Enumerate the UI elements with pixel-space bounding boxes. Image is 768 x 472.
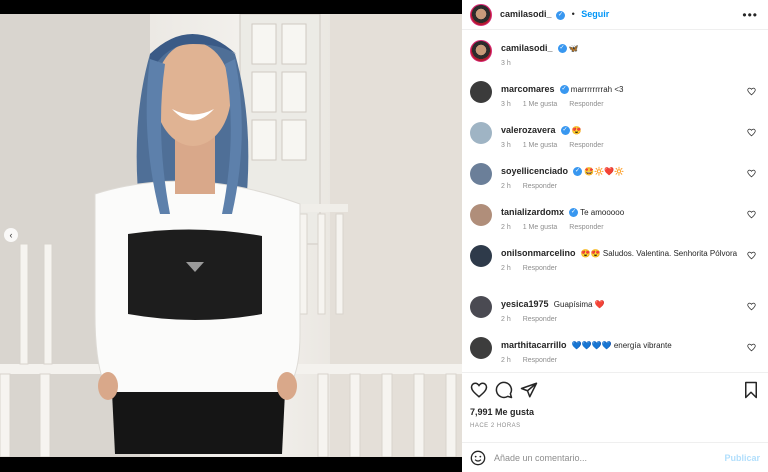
comment-body: yesica1975 Guapísima ❤️ 2 h Responder bbox=[501, 298, 739, 326]
comment-body: soyellicenciado ✓ 🤩🔆❤️🔆 2 h Responder bbox=[501, 165, 739, 193]
comment-text: marrrrrrrrah <3 bbox=[570, 85, 624, 94]
chevron-left-icon: ‹ bbox=[9, 230, 13, 240]
comment-username[interactable]: valerozavera bbox=[501, 125, 556, 135]
avatar[interactable] bbox=[470, 337, 492, 359]
heart-icon[interactable] bbox=[747, 343, 756, 352]
bottom-black-bar bbox=[0, 457, 462, 472]
comment-composer: Publicar bbox=[462, 442, 768, 472]
reply-button[interactable]: Responder bbox=[523, 265, 557, 272]
comment-time: 2 h bbox=[501, 357, 511, 364]
likes-count[interactable]: 7,991 Me gusta bbox=[470, 407, 534, 417]
comment-time: 3 h bbox=[501, 101, 511, 108]
comment-username[interactable]: marthitacarrillo bbox=[501, 340, 567, 350]
comment-time: 3 h bbox=[501, 142, 511, 149]
smiley-icon[interactable] bbox=[470, 450, 486, 466]
comment-username[interactable]: tanializardomx bbox=[501, 207, 564, 217]
comment-meta: 2 h Responder bbox=[501, 181, 739, 193]
comment-time: 2 h bbox=[501, 183, 511, 190]
reply-button[interactable]: Responder bbox=[569, 224, 603, 231]
caption-time: 3 h bbox=[501, 60, 511, 67]
verified-badge-icon: ✓ bbox=[560, 126, 570, 136]
post-header-text: camilasodi_ ✓ • Seguir bbox=[500, 9, 609, 20]
comment-meta: 3 h 1 Me gusta Responder bbox=[501, 140, 739, 152]
comment-text: Te amooooo bbox=[580, 208, 625, 217]
comment-body: marcomares ✓ marrrrrrrrah <3 3 h 1 Me gus… bbox=[501, 83, 739, 111]
avatar[interactable] bbox=[470, 163, 492, 185]
paper-plane-icon[interactable] bbox=[520, 381, 538, 399]
comment-username[interactable]: onilsonmarcelino bbox=[501, 248, 576, 258]
comment-text: 😍😍 Saludos. Valentina. Senhorita Pólvora bbox=[580, 249, 738, 258]
comment-meta: 2 h Responder bbox=[501, 314, 739, 326]
avatar[interactable] bbox=[470, 245, 492, 267]
more-options-icon[interactable]: ••• bbox=[742, 8, 758, 22]
avatar[interactable] bbox=[470, 296, 492, 318]
comment-meta: 3 h 1 Me gusta Responder bbox=[501, 99, 739, 111]
comment-meta: 2 h Responder bbox=[501, 355, 739, 367]
reply-button[interactable]: Responder bbox=[523, 316, 557, 323]
comment-body: marthitacarrillo 💙💙💙💙 energía vibrante 2… bbox=[501, 339, 739, 367]
comment-likes[interactable]: 1 Me gusta bbox=[523, 101, 558, 108]
publish-button[interactable]: Publicar bbox=[724, 453, 760, 463]
avatar[interactable] bbox=[470, 81, 492, 103]
caption-body: camilasodi_ ✓ 🦋 3 h bbox=[501, 42, 739, 70]
heart-icon[interactable] bbox=[747, 169, 756, 178]
carousel-prev-button[interactable]: ‹ bbox=[4, 228, 18, 242]
comment-time: 2 h bbox=[501, 316, 511, 323]
comment-text: 😍 bbox=[571, 126, 582, 135]
comments-list[interactable]: camilasodi_ ✓ 🦋 3 h marcomares ✓ marrrrrrr… bbox=[462, 31, 768, 369]
comment-body: valerozavera ✓ 😍 3 h 1 Me gusta Responder bbox=[501, 124, 739, 152]
reply-button[interactable]: Responder bbox=[523, 357, 557, 364]
comment-body: onilsonmarcelino 😍😍 Saludos. Valentina. … bbox=[501, 247, 739, 275]
author-username[interactable]: camilasodi_ bbox=[500, 9, 552, 19]
reply-button[interactable]: Responder bbox=[523, 183, 557, 190]
comment-username[interactable]: soyellicenciado bbox=[501, 166, 568, 176]
caption-username[interactable]: camilasodi_ bbox=[501, 43, 553, 53]
instagram-post-window: ‹ camilasodi_ ✓ • Seguir ••• camilasodi_… bbox=[0, 0, 768, 472]
heart-icon[interactable] bbox=[747, 87, 756, 96]
avatar[interactable] bbox=[470, 204, 492, 226]
avatar[interactable] bbox=[470, 122, 492, 144]
post-photo-illustration bbox=[0, 14, 462, 457]
reply-button[interactable]: Responder bbox=[569, 101, 603, 108]
post-header: camilasodi_ ✓ • Seguir ••• bbox=[462, 0, 768, 30]
comment-time: 2 h bbox=[501, 265, 511, 272]
reply-button[interactable]: Responder bbox=[569, 142, 603, 149]
heart-icon[interactable] bbox=[470, 381, 488, 399]
caption-text: 🦋 bbox=[568, 44, 579, 53]
heart-icon[interactable] bbox=[747, 251, 756, 260]
verified-badge-icon: ✓ bbox=[559, 85, 569, 95]
verified-badge-icon: ✓ bbox=[573, 167, 583, 177]
heart-icon[interactable] bbox=[747, 302, 756, 311]
separator-dot: • bbox=[571, 9, 575, 20]
comment-username[interactable]: marcomares bbox=[501, 84, 555, 94]
post-photo[interactable]: ‹ bbox=[0, 14, 462, 457]
comment-username[interactable]: yesica1975 bbox=[501, 299, 549, 309]
post-side-panel: camilasodi_ ✓ • Seguir ••• camilasodi_ ✓ … bbox=[462, 0, 768, 472]
verified-badge-icon: ✓ bbox=[557, 44, 567, 54]
comment-text: 🤩🔆❤️🔆 bbox=[584, 167, 625, 176]
comment-body: tanializardomx ✓ Te amooooo 2 h 1 Me gust… bbox=[501, 206, 739, 234]
verified-badge-icon: ✓ bbox=[569, 208, 579, 218]
comment-text: 💙💙💙💙 energía vibrante bbox=[571, 341, 672, 350]
heart-icon[interactable] bbox=[747, 128, 756, 137]
caption-meta: 3 h bbox=[501, 58, 739, 70]
comment-time: 2 h bbox=[501, 224, 511, 231]
comment-icon[interactable] bbox=[495, 381, 513, 399]
avatar[interactable] bbox=[470, 40, 492, 62]
avatar[interactable] bbox=[470, 3, 492, 26]
comment-input[interactable] bbox=[494, 452, 725, 463]
bookmark-icon[interactable] bbox=[742, 381, 760, 399]
comment-text: Guapísima ❤️ bbox=[553, 300, 605, 309]
follow-button[interactable]: Seguir bbox=[581, 9, 609, 19]
post-actions: 7,991 Me gusta HACE 2 HORAS bbox=[462, 372, 768, 452]
comment-likes[interactable]: 1 Me gusta bbox=[523, 142, 558, 149]
verified-badge-icon: ✓ bbox=[556, 10, 566, 20]
post-timestamp: HACE 2 HORAS bbox=[470, 423, 521, 429]
comment-meta: 2 h 1 Me gusta Responder bbox=[501, 222, 739, 234]
comment-likes[interactable]: 1 Me gusta bbox=[523, 224, 558, 231]
comment-meta: 2 h Responder bbox=[501, 263, 739, 275]
heart-icon[interactable] bbox=[747, 210, 756, 219]
